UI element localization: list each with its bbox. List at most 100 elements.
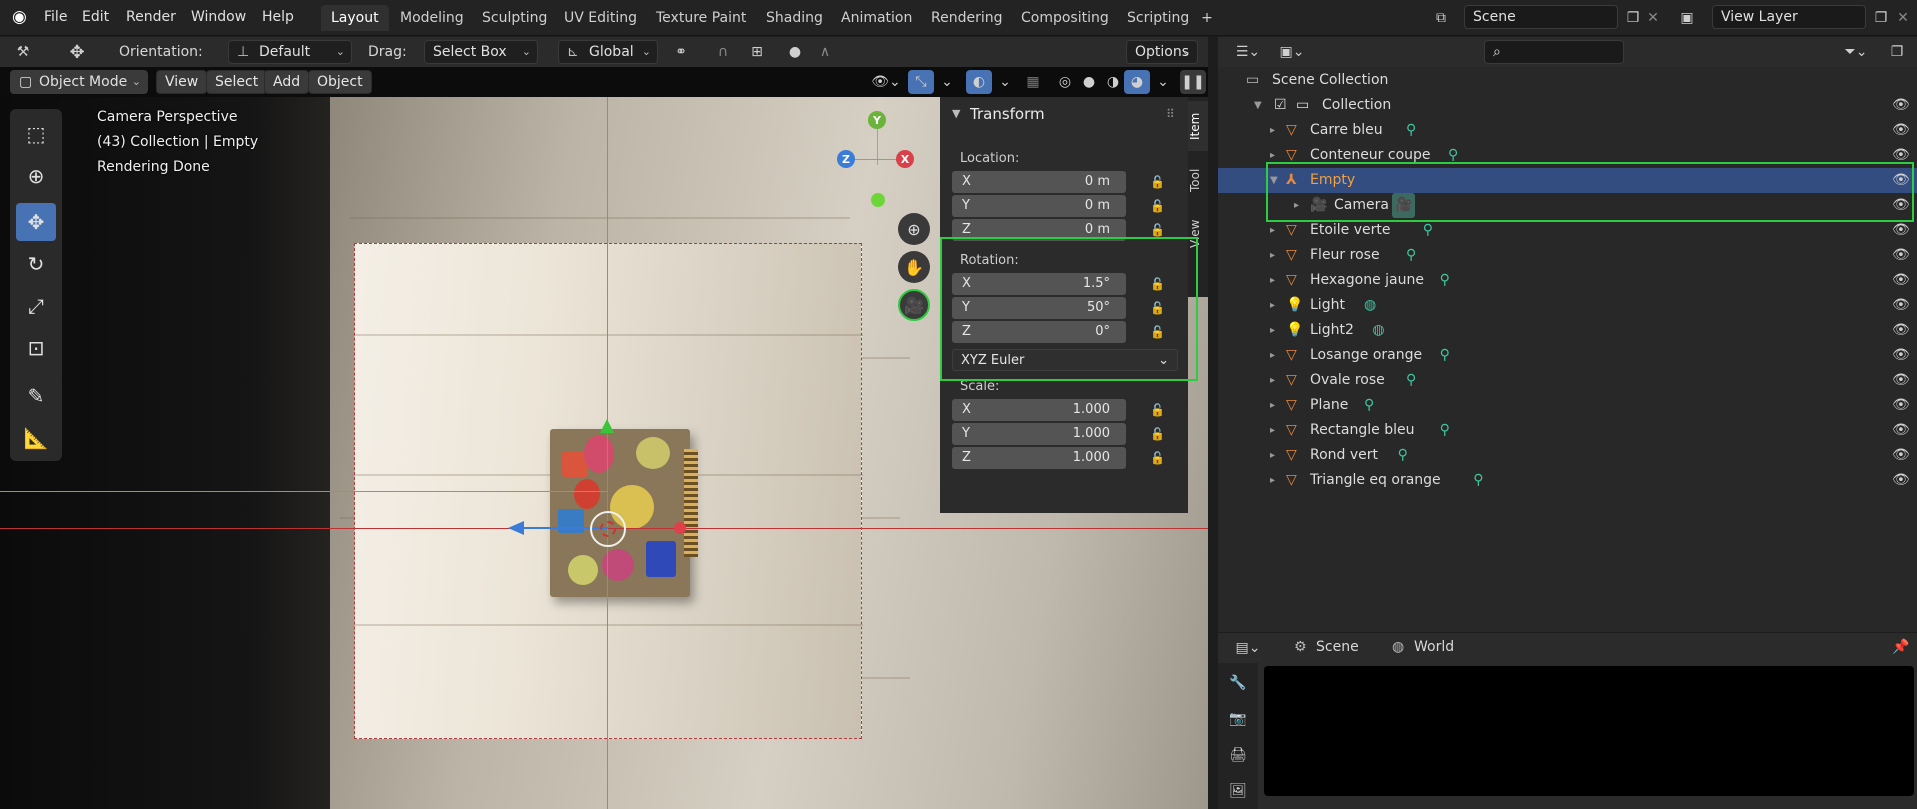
gizmo-dropdown-icon[interactable]: ⌄ [934,70,960,94]
view-layer-field[interactable]: View Layer [1712,5,1866,29]
nav-z-axis[interactable]: Z [837,150,855,168]
eye-icon[interactable]: 👁 [1892,468,1910,493]
scale-tool-icon[interactable]: ⤢ [16,287,56,325]
list-item-carre-bleu[interactable]: ▸ ▽ Carre bleu ⚲ 👁 [1218,118,1917,143]
add-workspace-icon[interactable]: + [1194,6,1220,30]
breadcrumb-scene[interactable]: Scene [1316,639,1359,655]
lock-icon[interactable]: 🔓 [1150,175,1168,189]
list-item-rectangle-bleu[interactable]: ▸ ▽ Rectangle bleu ⚲ 👁 [1218,418,1917,443]
snap-icon[interactable]: ∩ [710,40,736,64]
expand-arrow-icon[interactable]: ▸ [1270,243,1275,268]
eye-icon[interactable]: 👁 [1892,343,1910,368]
blender-logo-icon[interactable]: ◉ [12,6,27,28]
proportional-edit-icon[interactable]: ● [782,40,808,64]
wireframe-shading-icon[interactable]: ◎ [1052,70,1078,94]
transform-tool-icon[interactable]: ⊡ [16,329,56,367]
gizmo-y-arrow[interactable] [607,433,608,523]
tab-tool[interactable]: Tool [1188,155,1208,205]
light-data-icon[interactable]: ◍ [1364,293,1376,318]
nav-y-axis[interactable]: Y [868,111,886,129]
mesh-data-icon[interactable]: ⚲ [1473,468,1483,493]
lock-icon[interactable]: 🔓 [1150,199,1168,213]
scale-z-field[interactable]: Z 1.000 [952,447,1126,469]
render-properties-icon[interactable]: 📷 [1225,707,1251,731]
expand-arrow-icon[interactable]: ▸ [1270,393,1275,418]
tab-item[interactable]: Item [1188,101,1208,151]
annotate-tool-icon[interactable]: ✎ [16,377,56,415]
eye-icon[interactable]: 👁 [1892,243,1910,268]
editor-type-icon[interactable]: ☰⌄ [1230,40,1266,64]
pan-hand-icon[interactable]: ✋ [898,251,930,283]
scale-y-field[interactable]: Y 1.000 [952,423,1126,445]
tool-icon[interactable]: ⚒ [10,40,36,64]
transform-panel-title[interactable]: Transform [970,105,1045,123]
menu-help[interactable]: Help [262,6,294,28]
mesh-data-icon[interactable]: ⚲ [1406,368,1416,393]
panel-collapse-icon[interactable]: ▼ [952,107,960,120]
tab-sculpting[interactable]: Sculpting [472,5,557,31]
checkbox-icon[interactable]: ☑ [1274,93,1287,118]
lock-icon[interactable]: 🔓 [1150,427,1168,441]
delete-view-layer-icon[interactable]: ✕ [1890,6,1916,30]
location-y-field[interactable]: Y0 m [952,195,1126,217]
scene-name-field[interactable]: Scene [1464,5,1618,29]
tab-uv-editing[interactable]: UV Editing [554,5,647,31]
nav-neg-y-ball[interactable] [871,193,885,207]
drag-dropdown[interactable]: Select Box ⌄ [424,40,538,64]
list-item-collection[interactable]: ▼ ☑ ▭ Collection 👁 [1218,93,1917,118]
eye-icon[interactable]: 👁 [1892,118,1910,143]
outliner-search-input[interactable]: ⌕ [1484,40,1624,64]
filter-icon[interactable]: ⏷⌄ [1838,40,1874,64]
expand-arrow-icon[interactable]: ▸ [1270,368,1275,393]
falloff-icon[interactable]: ∧ [812,40,838,64]
tab-shading[interactable]: Shading [756,5,833,31]
rotate-tool-icon[interactable]: ↻ [16,245,56,283]
delete-scene-icon[interactable]: ✕ [1640,6,1666,30]
expand-arrow-icon[interactable]: ▼ [1254,93,1262,118]
cursor-tool-icon[interactable]: ⊕ [16,157,56,195]
eye-icon[interactable]: 👁 [1892,268,1910,293]
expand-arrow-icon[interactable]: ▸ [1270,443,1275,468]
tab-modeling[interactable]: Modeling [390,5,474,31]
mesh-data-icon[interactable]: ⚲ [1440,418,1450,443]
move-tool-icon[interactable]: ✥ [64,40,90,64]
lock-icon[interactable]: 🔓 [1150,223,1168,237]
breadcrumb-world[interactable]: World [1414,639,1454,655]
list-item-triangle-eq-orange[interactable]: ▸ ▽ Triangle eq orange ⚲ 👁 [1218,468,1917,493]
eye-icon[interactable]: 👁 [1892,418,1910,443]
pin-icon[interactable]: 📌 [1892,639,1909,655]
list-item-hexagone-jaune[interactable]: ▸ ▽ Hexagone jaune ⚲ 👁 [1218,268,1917,293]
view-layer-properties-icon[interactable]: 🖼 [1225,779,1251,803]
location-x-field[interactable]: X0 m [952,171,1126,193]
panel-drag-handle-icon[interactable]: ⠿ [1166,107,1175,121]
tab-texture-paint[interactable]: Texture Paint [646,5,756,31]
expand-arrow-icon[interactable]: ▸ [1270,118,1275,143]
menu-window[interactable]: Window [191,6,246,28]
options-dropdown[interactable]: Options ⌄ [1126,40,1198,64]
add-menu[interactable]: Add [264,70,310,94]
view-menu[interactable]: View [156,70,208,94]
snap-target-icon[interactable]: ⊞ [744,40,770,64]
menu-edit[interactable]: Edit [82,6,109,28]
list-item-light2[interactable]: ▸ 💡 Light2 ◍ 👁 [1218,318,1917,343]
properties-editor-type-icon[interactable]: ▤⌄ [1230,636,1266,660]
scale-x-field[interactable]: X 1.000 [952,399,1126,421]
list-item-losange-orange[interactable]: ▸ ▽ Losange orange ⚲ 👁 [1218,343,1917,368]
gizmo-z-arrowhead[interactable] [508,521,524,535]
output-properties-icon[interactable]: 🖨 [1225,743,1251,767]
expand-arrow-icon[interactable]: ▸ [1270,343,1275,368]
lock-icon[interactable]: 🔓 [1150,451,1168,465]
measure-tool-icon[interactable]: 📐 [16,419,56,457]
eye-icon[interactable]: 👁 [1892,443,1910,468]
mesh-data-icon[interactable]: ⚲ [1364,393,1374,418]
expand-arrow-icon[interactable]: ▸ [1270,318,1275,343]
tool-properties-icon[interactable]: 🔧 [1225,671,1251,695]
tab-compositing[interactable]: Compositing [1011,5,1119,31]
mesh-data-icon[interactable]: ⚲ [1406,243,1416,268]
overlay-toggle-icon[interactable]: ◐ [966,70,992,94]
tab-scripting[interactable]: Scripting [1117,5,1199,31]
transform-space-dropdown[interactable]: ⊾ Global ⌄ [558,40,658,64]
list-item-scene-collection[interactable]: ▭ Scene Collection [1218,68,1917,93]
list-item-ovale-rose[interactable]: ▸ ▽ Ovale rose ⚲ 👁 [1218,368,1917,393]
move-tool-icon[interactable]: ✥ [16,203,56,241]
